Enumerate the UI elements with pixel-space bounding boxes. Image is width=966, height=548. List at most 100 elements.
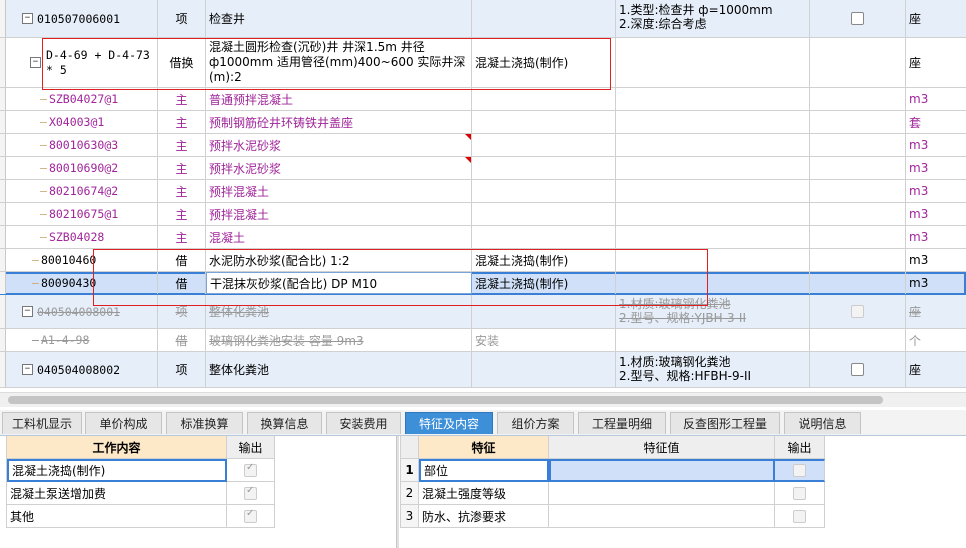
table-row[interactable]: — SZB04028 主 混凝土 m3	[0, 226, 966, 249]
unit-cell[interactable]: 个	[906, 329, 966, 351]
table-row[interactable]: —80210674@2 主 预拌混凝土 m3	[0, 180, 966, 203]
output-cell[interactable]	[810, 226, 906, 248]
work-output-checkbox[interactable]: ✓	[244, 508, 257, 523]
table-row[interactable]: − 040504008001 项 整体化粪池 1.材质:玻璃钢化粪池 2.型号、…	[0, 295, 966, 329]
type-cell[interactable]: 主	[158, 203, 206, 225]
work-cell[interactable]	[472, 111, 616, 133]
output-cell[interactable]	[810, 180, 906, 202]
name-cell[interactable]: 整体化粪池	[206, 352, 472, 387]
work-cell[interactable]	[472, 157, 616, 179]
tab-standard-conversion[interactable]: 标准换算	[166, 412, 243, 434]
output-cell[interactable]	[810, 88, 906, 110]
feature-cell[interactable]	[616, 272, 810, 294]
work-cell[interactable]	[472, 134, 616, 156]
name-cell[interactable]: 预拌水泥砂浆	[206, 134, 472, 156]
collapse-icon[interactable]: −	[22, 364, 33, 375]
feature-cell[interactable]: 1.材质:玻璃钢化粪池 2.型号、规格:YJBH-3-II	[616, 295, 810, 328]
code-cell[interactable]: —80210675@1	[6, 203, 158, 225]
name-cell[interactable]: 玻璃钢化粪池安装 容量 9m3	[206, 329, 472, 351]
tab-pricing-plan[interactable]: 组价方案	[497, 412, 574, 434]
feature-cell[interactable]	[616, 38, 810, 87]
table-row[interactable]: − D-4-69 + D-4-73 * 5 借换 混凝土圆形检查(沉砂)井 井深…	[0, 38, 966, 88]
work-cell[interactable]	[472, 0, 616, 37]
work-content-item[interactable]: 其他	[7, 505, 227, 528]
table-row[interactable]: —80210675@1 主 预拌混凝土 m3	[0, 203, 966, 226]
name-cell[interactable]: 预制钢筋砼井环铸铁井盖座	[206, 111, 472, 133]
feature-output-cell[interactable]	[775, 482, 825, 505]
output-checkbox-cell[interactable]	[810, 295, 906, 328]
collapse-icon[interactable]: −	[22, 13, 33, 24]
type-cell[interactable]: 项	[158, 0, 206, 37]
unit-cell[interactable]: 座	[906, 352, 966, 387]
tab-unit-price[interactable]: 单价构成	[85, 412, 162, 434]
feature-value[interactable]	[549, 459, 775, 482]
feature-cell[interactable]	[616, 249, 810, 271]
code-cell[interactable]: —80010460	[6, 249, 158, 271]
feature-cell[interactable]	[616, 88, 810, 110]
feature-name[interactable]: 部位	[419, 459, 549, 482]
table-row[interactable]: − 040504008002 项 整体化粪池 1.材质:玻璃钢化粪池 2.型号、…	[0, 352, 966, 388]
tab-conversion-info[interactable]: 换算信息	[247, 412, 322, 434]
unit-cell[interactable]: 座	[906, 0, 966, 37]
work-cell[interactable]	[472, 295, 616, 328]
unit-cell[interactable]: m3	[906, 226, 966, 248]
table-row[interactable]: —80010460 借 水泥防水砂浆(配合比) 1:2 混凝土浇捣(制作) m3	[0, 249, 966, 272]
output-checkbox-cell[interactable]	[810, 0, 906, 37]
feature-output-checkbox[interactable]	[793, 464, 806, 477]
code-cell[interactable]: − 040504008001	[6, 295, 158, 328]
type-cell[interactable]: 项	[158, 352, 206, 387]
feature-output-cell[interactable]	[775, 505, 825, 528]
feature-cell[interactable]: 1.材质:玻璃钢化粪池 2.型号、规格:HFBH-9-II	[616, 352, 810, 387]
feature-cell[interactable]	[616, 329, 810, 351]
work-cell[interactable]	[472, 352, 616, 387]
output-checkbox[interactable]	[851, 363, 864, 376]
tab-material-display[interactable]: 工料机显示	[2, 412, 82, 434]
output-checkbox[interactable]	[851, 12, 864, 25]
output-checkbox-cell[interactable]	[810, 352, 906, 387]
scrollbar-thumb[interactable]	[8, 396, 883, 404]
unit-cell[interactable]: 座	[906, 295, 966, 328]
type-cell[interactable]: 借	[158, 249, 206, 271]
work-content-item[interactable]: 混凝土泵送增加费	[7, 482, 227, 505]
output-cell[interactable]	[810, 272, 906, 294]
table-row[interactable]: — X04003@1 主 预制钢筋砼井环铸铁井盖座 套	[0, 111, 966, 134]
feature-output-cell[interactable]	[775, 459, 825, 482]
feature-output-checkbox[interactable]	[793, 509, 806, 523]
output-cell[interactable]	[810, 38, 906, 87]
feature-cell[interactable]: 1.类型:检查井 ф=1000mm 2.深度:综合考虑	[616, 0, 810, 37]
type-cell[interactable]: 主	[158, 134, 206, 156]
name-cell[interactable]: 混凝土	[206, 226, 472, 248]
work-cell[interactable]: 混凝土浇捣(制作)	[472, 38, 616, 87]
code-cell[interactable]: —80210674@2	[6, 180, 158, 202]
feature-output-checkbox[interactable]	[793, 486, 806, 500]
name-cell[interactable]: 整体化粪池	[206, 295, 472, 328]
feature-value[interactable]	[549, 482, 775, 505]
tab-install-fee[interactable]: 安装费用	[326, 412, 401, 434]
name-cell[interactable]: 混凝土圆形检查(沉砂)井 井深1.5m 井径ф1000mm 适用管径(mm)40…	[206, 38, 472, 87]
code-cell[interactable]: — SZB04027@1	[6, 88, 158, 110]
feature-name[interactable]: 混凝土强度等级	[419, 482, 549, 505]
unit-cell[interactable]: m3	[906, 134, 966, 156]
table-row[interactable]: − 010507006001 项 检查井 1.类型:检查井 ф=1000mm 2…	[0, 0, 966, 38]
type-cell[interactable]: 主	[158, 88, 206, 110]
output-cell[interactable]	[810, 249, 906, 271]
type-cell[interactable]: 借	[158, 329, 206, 351]
work-cell[interactable]	[472, 88, 616, 110]
feature-cell[interactable]	[616, 111, 810, 133]
tab-quantity-detail[interactable]: 工程量明细	[578, 412, 666, 434]
table-row[interactable]: — A1-4-98 借 玻璃钢化粪池安装 容量 9m3 安装 个	[0, 329, 966, 352]
unit-cell[interactable]: m3	[906, 249, 966, 271]
work-output-cell[interactable]: ✓	[227, 505, 275, 528]
name-cell[interactable]: 预拌水泥砂浆	[206, 157, 472, 179]
code-cell[interactable]: − 010507006001	[6, 0, 158, 37]
output-cell[interactable]	[810, 111, 906, 133]
name-cell[interactable]: 预拌混凝土	[206, 203, 472, 225]
work-cell[interactable]	[472, 226, 616, 248]
feature-cell[interactable]	[616, 157, 810, 179]
unit-cell[interactable]: m3	[906, 203, 966, 225]
code-cell[interactable]: —80010630@3	[6, 134, 158, 156]
work-output-cell[interactable]: ✓	[227, 482, 275, 505]
feature-cell[interactable]	[616, 134, 810, 156]
code-cell[interactable]: − D-4-69 + D-4-73 * 5	[6, 38, 158, 87]
work-content-item[interactable]: 混凝土浇捣(制作)	[7, 459, 227, 482]
